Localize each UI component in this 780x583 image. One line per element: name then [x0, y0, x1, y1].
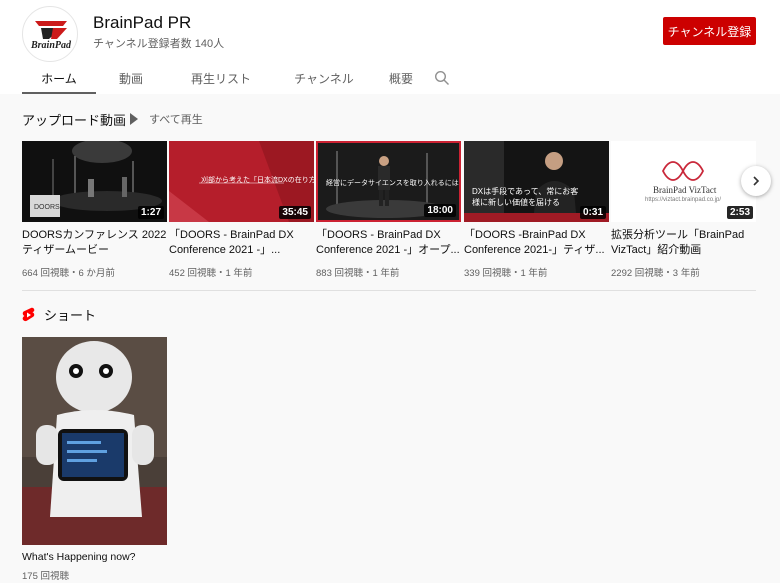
video-thumbnail[interactable]: 刈部から考えた「日本流DXの在り方」 35:45: [169, 141, 314, 222]
video-thumbnail[interactable]: DOORS 1:27: [22, 141, 167, 222]
search-icon[interactable]: [434, 70, 450, 86]
play-icon: [130, 113, 138, 125]
tab-home[interactable]: ホーム: [22, 63, 96, 94]
video-title[interactable]: 「DOORS -BrainPad DX Conference 2021-」ティザ…: [464, 228, 609, 258]
video-duration: 18:00: [424, 204, 456, 217]
video-thumbnail[interactable]: BrainPad VizTact https://viztact.brainpa…: [611, 141, 756, 222]
svg-text:DOORS: DOORS: [34, 204, 60, 211]
video-title[interactable]: 拡張分析ツール「BrainPad VizTact」紹介動画: [611, 228, 756, 258]
channel-tabs: ホーム 動画 再生リスト チャンネル 概要: [22, 63, 425, 94]
play-all-button[interactable]: すべて再生: [130, 111, 203, 127]
brainpad-logo-icon: [35, 21, 67, 39]
thumbnail-caption: 経営にデータサイエンスを取り入れるには: [326, 180, 459, 187]
tab-videos[interactable]: 動画: [100, 63, 162, 94]
short-card[interactable]: What's Happening now? 175 回視聴: [22, 337, 167, 582]
tab-playlists[interactable]: 再生リスト: [172, 63, 270, 94]
video-card[interactable]: DXは手段であって、常にお客様に新しい価値を届ける 0:31 「DOORS -B…: [464, 141, 609, 279]
video-card[interactable]: 刈部から考えた「日本流DXの在り方」 35:45 「DOORS - BrainP…: [169, 141, 314, 279]
logo-text: BrainPad: [30, 40, 71, 51]
short-title[interactable]: What's Happening now?: [22, 551, 167, 563]
channel-name: BrainPad PR: [93, 13, 192, 32]
thumbnail-url: https://viztact.brainpad.co.jp/: [645, 197, 722, 203]
video-title[interactable]: 「DOORS - BrainPad DX Conference 2021 -」オ…: [316, 228, 461, 258]
channel-avatar[interactable]: BrainPad: [22, 6, 78, 62]
video-meta: 452 回視聴・1 年前: [169, 268, 253, 279]
tab-about[interactable]: 概要: [377, 63, 425, 94]
subscriber-count: チャンネル登録者数 140人: [93, 38, 225, 50]
thumbnail-caption: DXは手段であって、常にお客様に新しい価値を届ける: [472, 187, 579, 207]
tab-channels[interactable]: チャンネル: [284, 63, 364, 94]
shorts-title: ショート: [44, 308, 97, 323]
video-duration: 2:53: [726, 206, 753, 219]
channel-header: BrainPad BrainPad PR チャンネル登録者数 140人 チャンネ…: [0, 0, 780, 94]
shorts-icon: [22, 307, 35, 321]
video-meta: 883 回視聴・1 年前: [316, 268, 400, 279]
thumbnail-caption: 刈部から考えた「日本流DXの在り方」: [201, 177, 314, 184]
video-meta: 339 回視聴・1 年前: [464, 268, 548, 279]
video-card[interactable]: 経営にデータサイエンスを取り入れるには 18:00 「DOORS - Brain…: [316, 141, 461, 279]
video-duration: 35:45: [279, 206, 311, 219]
video-meta: 2292 回視聴・3 年前: [611, 268, 700, 279]
section-divider: [22, 290, 756, 291]
thumbnail-caption: BrainPad VizTact: [653, 185, 717, 195]
video-thumbnail[interactable]: DXは手段であって、常にお客様に新しい価値を届ける 0:31: [464, 141, 609, 222]
video-thumbnail[interactable]: 経営にデータサイエンスを取り入れるには 18:00: [316, 141, 461, 222]
shorts-header: ショート: [22, 305, 96, 324]
chevron-right-icon: [753, 176, 760, 186]
short-thumbnail[interactable]: [22, 337, 167, 545]
video-meta: 664 回視聴・6 か月前: [22, 268, 115, 279]
video-duration: 0:31: [579, 206, 606, 219]
subscribe-button[interactable]: チャンネル登録: [663, 17, 756, 45]
video-duration: 1:27: [137, 206, 164, 219]
robot-image: [22, 337, 167, 545]
play-all-label: すべて再生: [149, 114, 203, 126]
video-card[interactable]: DOORS 1:27 DOORSカンファレンス 2022 ティザームービー 66…: [22, 141, 167, 279]
uploads-title[interactable]: アップロード動画: [22, 110, 126, 129]
short-meta: 175 回視聴: [22, 571, 69, 582]
video-card[interactable]: BrainPad VizTact https://viztact.brainpa…: [611, 141, 756, 279]
carousel-next-button[interactable]: [741, 166, 771, 196]
video-title[interactable]: 「DOORS - BrainPad DX Conference 2021 -」.…: [169, 228, 314, 258]
video-title[interactable]: DOORSカンファレンス 2022 ティザームービー: [22, 228, 167, 258]
